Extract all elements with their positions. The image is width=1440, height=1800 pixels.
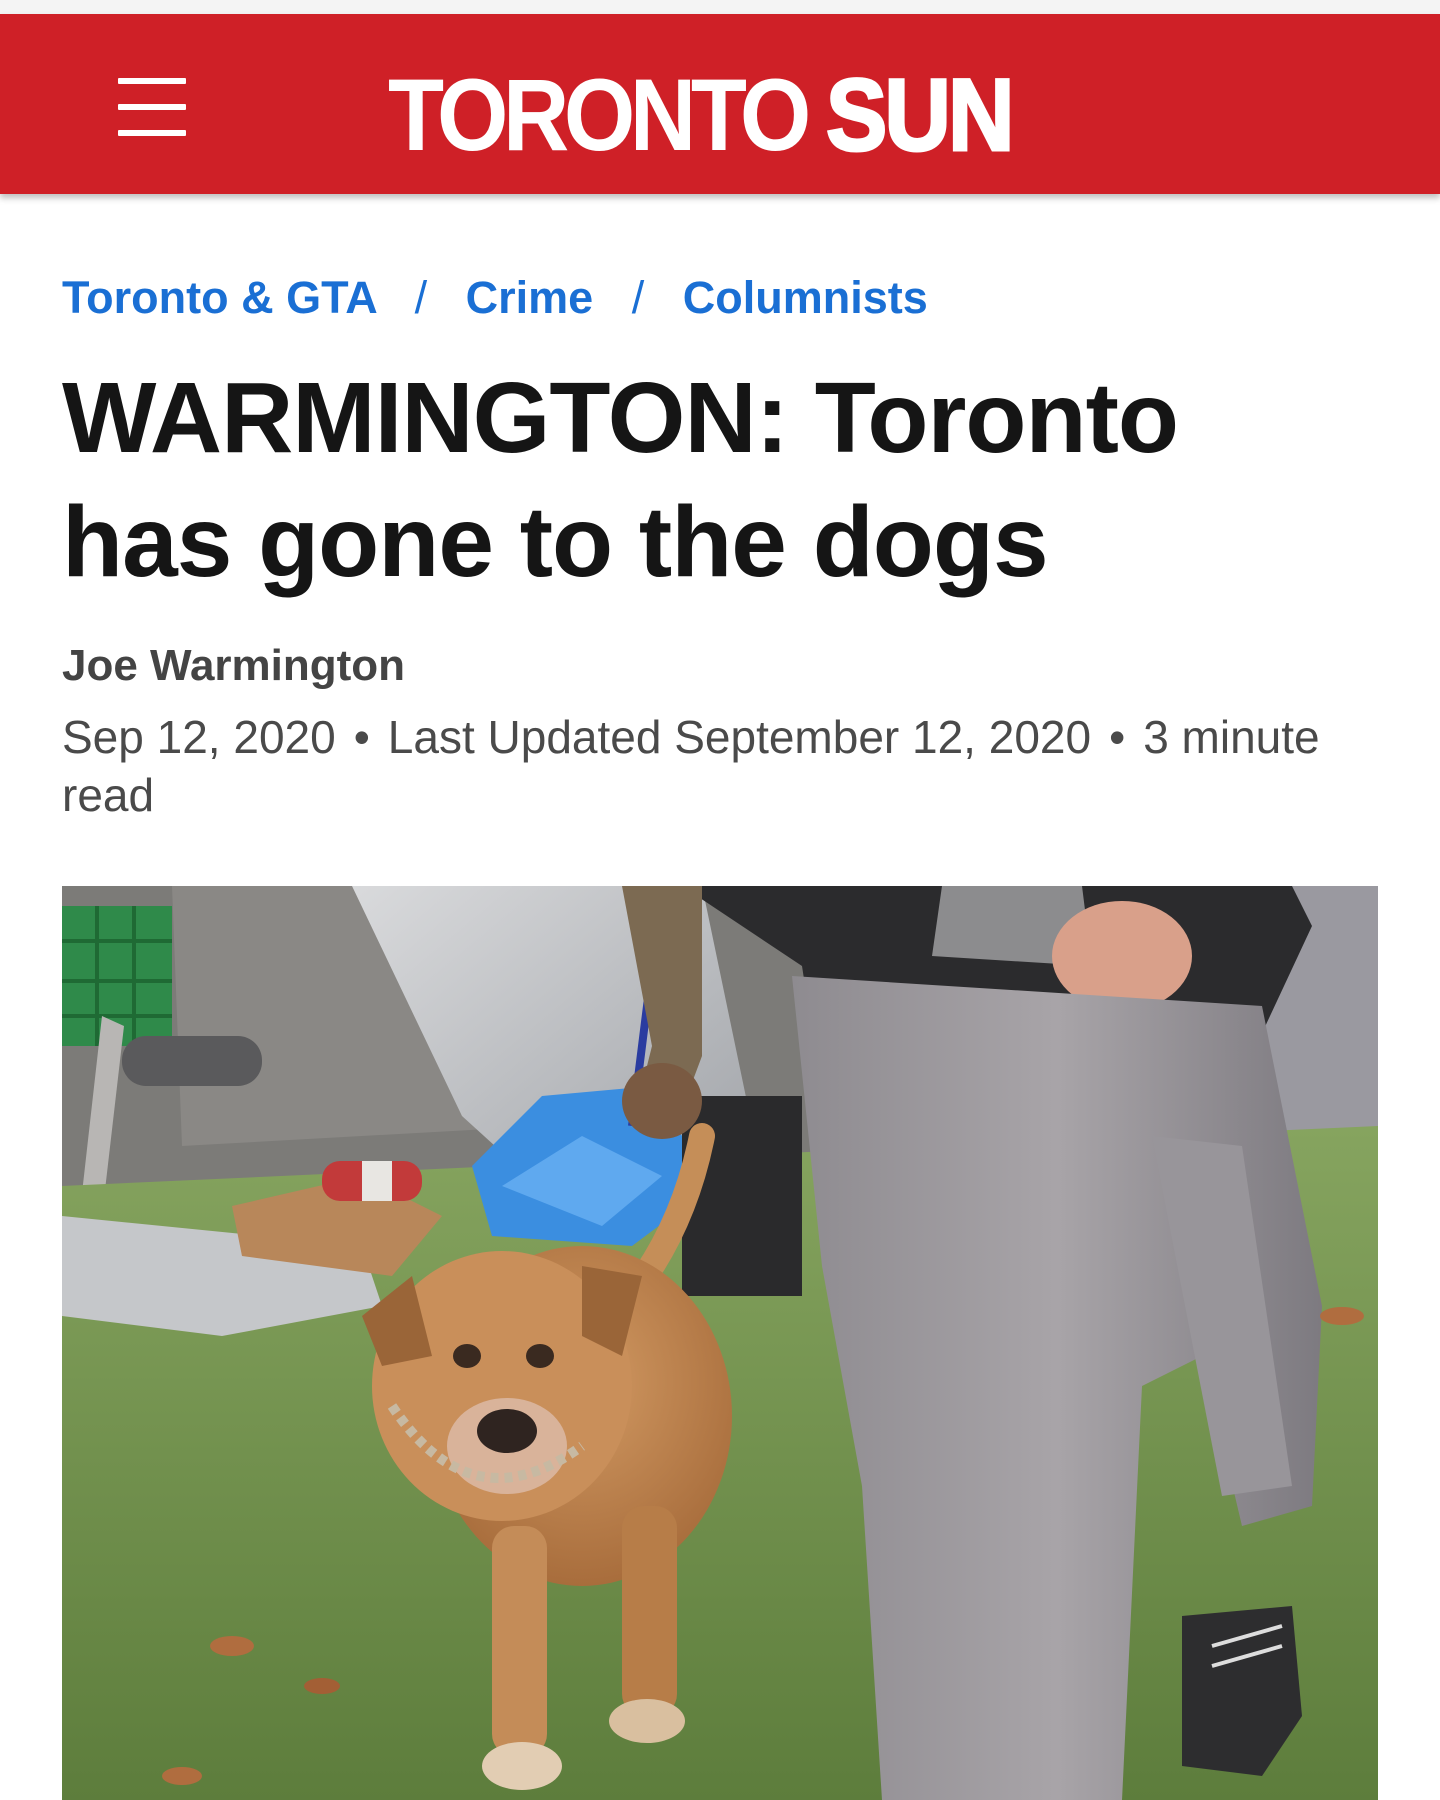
logo-word-toronto: TORONTO xyxy=(388,58,811,172)
hero-photo-illustration xyxy=(62,886,1378,1800)
breadcrumb-link-toronto-gta[interactable]: Toronto & GTA xyxy=(62,272,376,323)
menu-bar xyxy=(118,78,186,84)
breadcrumb-separator: / xyxy=(414,272,428,323)
meta-separator: • xyxy=(1109,711,1126,763)
breadcrumb-separator: / xyxy=(631,272,645,323)
logo-word-sun: SUN xyxy=(825,58,1016,172)
masthead: TORONTO SUN xyxy=(0,14,1440,194)
publish-date: Sep 12, 2020 xyxy=(62,711,336,763)
article-headline: WARMINGTON: Toronto has gone to the dogs xyxy=(62,362,1179,598)
menu-bar xyxy=(118,104,186,110)
hamburger-menu-icon[interactable] xyxy=(112,64,196,142)
meta-separator: • xyxy=(353,711,370,763)
breadcrumb-link-crime[interactable]: Crime xyxy=(466,272,594,323)
breadcrumb: Toronto & GTA / Crime / Columnists xyxy=(62,270,928,326)
author-name[interactable]: Joe Warmington xyxy=(62,638,405,694)
breadcrumb-link-columnists[interactable]: Columnists xyxy=(683,272,928,323)
status-strip xyxy=(0,0,1440,14)
updated-date: Last Updated September 12, 2020 xyxy=(387,711,1092,763)
hero-image[interactable] xyxy=(62,886,1378,1800)
menu-bar xyxy=(118,130,186,136)
toronto-sun-logo[interactable]: TORONTO SUN xyxy=(388,58,1016,172)
article-meta: Sep 12, 2020 • Last Updated September 12, … xyxy=(62,708,1362,824)
